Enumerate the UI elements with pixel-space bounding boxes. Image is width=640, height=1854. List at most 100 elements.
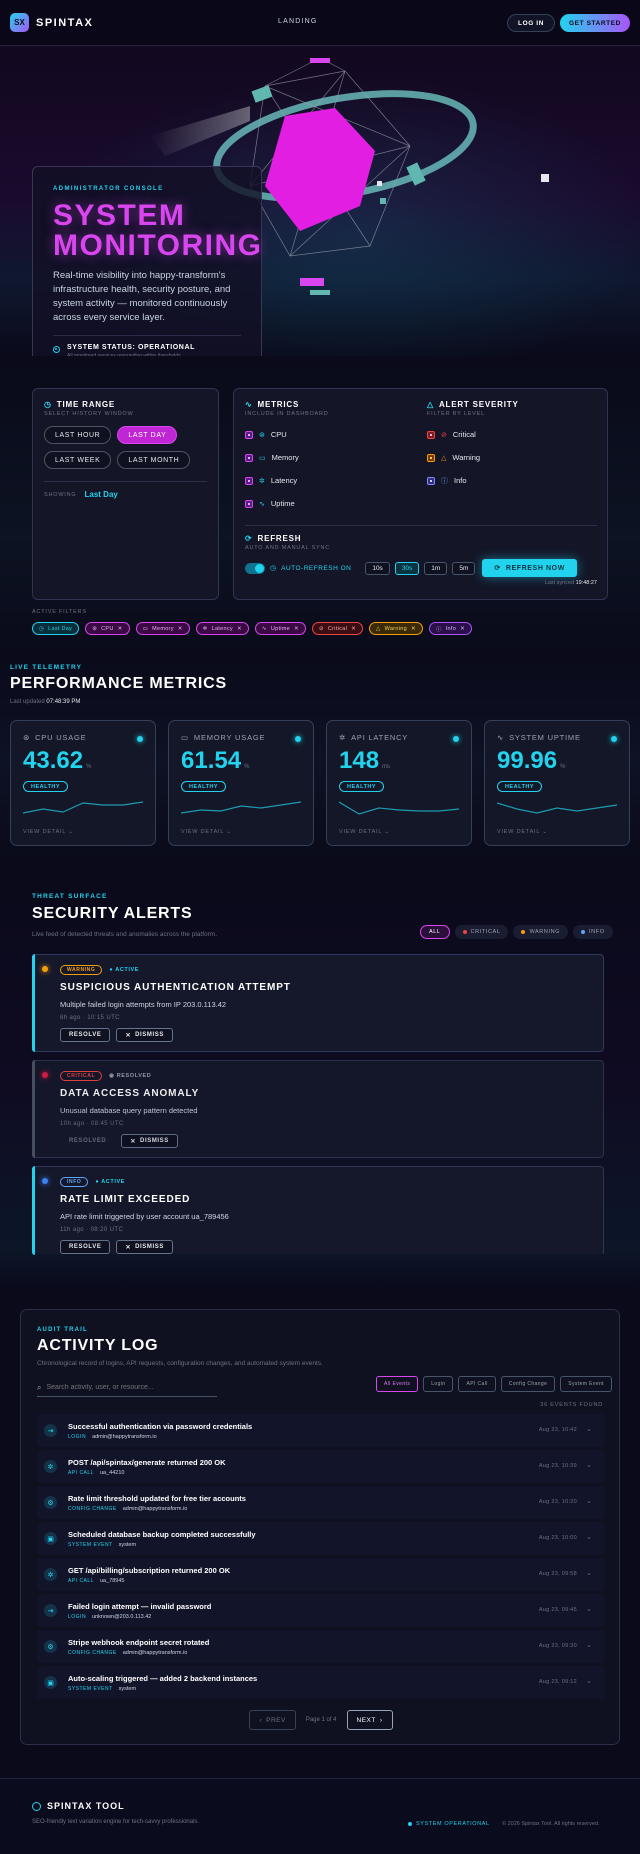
metric-card-uptime[interactable]: ∿ SYSTEM UPTIME 99.96% HEALTHY VIEW DETAI… bbox=[484, 720, 630, 846]
time-option-last-week[interactable]: LAST WEEK bbox=[44, 451, 112, 469]
metric-toggle-memory[interactable]: ▭ Memory bbox=[245, 446, 329, 469]
tab-config-change[interactable]: Config Change bbox=[500, 1376, 556, 1392]
active-filter-chip[interactable]: ▭ Memory ✕ bbox=[135, 622, 190, 635]
interval-5m[interactable]: 5m bbox=[452, 561, 476, 575]
time-option-last-hour[interactable]: LAST HOUR bbox=[44, 426, 112, 444]
active-filter-chip[interactable]: ∿ Uptime ✕ bbox=[254, 622, 306, 635]
view-detail-link[interactable]: VIEW DETAIL ⌄ bbox=[339, 829, 390, 835]
prev-button[interactable]: ‹ PREV bbox=[249, 1710, 296, 1730]
tab-api-call[interactable]: API Call bbox=[458, 1376, 496, 1392]
metric-toggle-uptime[interactable]: ∿ Uptime bbox=[245, 492, 329, 515]
interval-10s[interactable]: 10s bbox=[365, 561, 390, 575]
search-field[interactable]: ⌕ bbox=[37, 1379, 217, 1397]
dismiss-button[interactable]: ✕ DISMISS bbox=[121, 1134, 178, 1148]
search-input[interactable] bbox=[46, 1384, 217, 1391]
log-type: LOGIN bbox=[68, 1614, 87, 1620]
checkbox[interactable] bbox=[427, 476, 435, 485]
chevron-down-icon[interactable]: ⌄ bbox=[586, 1461, 592, 1469]
tab-system-event[interactable]: System Event bbox=[560, 1376, 612, 1392]
tab-login[interactable]: Login bbox=[423, 1376, 454, 1392]
resolve-button[interactable]: RESOLVE bbox=[60, 1240, 111, 1254]
close-icon[interactable]: ✕ bbox=[411, 626, 416, 632]
metric-card-cpu[interactable]: ⊛ CPU USAGE 43.62% HEALTHY VIEW DETAIL ⌄ bbox=[10, 720, 156, 846]
interval-30s[interactable]: 30s bbox=[394, 561, 420, 575]
view-detail-link[interactable]: VIEW DETAIL ⌄ bbox=[181, 829, 232, 835]
active-filter-chip[interactable]: △ Warning ✕ bbox=[369, 622, 423, 635]
log-row[interactable]: ▣ Scheduled database backup completed suc… bbox=[37, 1522, 605, 1555]
metrics-panel: ∿ METRICS INCLUDE IN DASHBOARD ⊛ CPU ▭ Memo… bbox=[233, 388, 608, 600]
chevron-down-icon[interactable]: ⌄ bbox=[586, 1425, 592, 1433]
close-icon[interactable]: ✕ bbox=[178, 626, 183, 632]
tab-all-events[interactable]: All Events bbox=[376, 1376, 419, 1392]
active-filter-chip[interactable]: ⊛ CPU ✕ bbox=[85, 622, 130, 635]
checkbox[interactable] bbox=[245, 476, 253, 485]
metric-value-row: 99.96% bbox=[497, 747, 617, 775]
log-row[interactable]: ⇥ Successful authentication via password … bbox=[37, 1414, 605, 1447]
view-detail-link[interactable]: VIEW DETAIL ⌄ bbox=[497, 829, 548, 835]
active-filter-chip[interactable]: ◷ Last Day bbox=[32, 622, 80, 635]
log-row[interactable]: ▣ Auto-scaling triggered — added 2 backen… bbox=[37, 1666, 605, 1699]
severity-toggle-critical[interactable]: ⊘ Critical bbox=[427, 423, 519, 446]
active-filter-chip[interactable]: ⓘ Info ✕ bbox=[428, 622, 472, 635]
next-button[interactable]: NEXT › bbox=[346, 1710, 393, 1730]
checkbox[interactable] bbox=[427, 453, 435, 462]
last-synced-value: 19:48:27 bbox=[575, 580, 597, 586]
metric-toggle-cpu[interactable]: ⊛ CPU bbox=[245, 423, 329, 446]
severity-toggle-info[interactable]: ⓘ Info bbox=[427, 469, 519, 492]
close-icon[interactable]: ✕ bbox=[460, 626, 465, 632]
close-icon[interactable]: ✕ bbox=[237, 626, 242, 632]
log-row[interactable]: ✲ GET /api/billing/subscription returned … bbox=[37, 1558, 605, 1591]
log-row[interactable]: ✲ POST /api/spintax/generate returned 200… bbox=[37, 1450, 605, 1483]
active-filter-chip[interactable]: ⊘ Critical ✕ bbox=[311, 622, 364, 635]
login-button[interactable]: LOG IN bbox=[507, 14, 555, 32]
alert-accent-bar bbox=[32, 954, 35, 1052]
chevron-down-icon[interactable]: ⌄ bbox=[586, 1533, 592, 1541]
logo-badge[interactable]: SX bbox=[10, 13, 29, 32]
time-option-last-day[interactable]: LAST DAY bbox=[117, 426, 178, 444]
tab-warning[interactable]: WARNING bbox=[513, 925, 569, 939]
cpu-icon: ⊛ bbox=[23, 733, 31, 742]
metric-label: Latency bbox=[270, 476, 298, 485]
warning-triangle-icon: △ bbox=[427, 400, 434, 409]
log-row[interactable]: ⚙ Rate limit threshold updated for free t… bbox=[37, 1486, 605, 1519]
interval-1m[interactable]: 1m bbox=[424, 561, 448, 575]
log-row[interactable]: ⇥ Failed login attempt — invalid password… bbox=[37, 1594, 605, 1627]
close-icon[interactable]: ✕ bbox=[351, 626, 356, 632]
active-filter-chip[interactable]: ✲ Latency ✕ bbox=[195, 622, 249, 635]
footer-brand[interactable]: SPINTAX TOOL bbox=[47, 1801, 125, 1811]
close-icon[interactable]: ✕ bbox=[118, 626, 123, 632]
last-updated-label: Last updated bbox=[10, 699, 45, 705]
severity-toggle-warning[interactable]: △ Warning bbox=[427, 446, 519, 469]
checkbox[interactable] bbox=[245, 430, 253, 439]
chevron-down-icon[interactable]: ⌄ bbox=[586, 1569, 592, 1577]
dismiss-button[interactable]: ✕ DISMISS bbox=[116, 1028, 173, 1042]
resolve-button[interactable]: RESOLVE bbox=[60, 1028, 111, 1042]
tab-critical[interactable]: CRITICAL bbox=[454, 925, 509, 939]
tab-all[interactable]: ALL bbox=[420, 925, 450, 939]
checkbox[interactable] bbox=[245, 499, 253, 508]
view-detail-link[interactable]: VIEW DETAIL ⌄ bbox=[23, 829, 74, 835]
dismiss-button[interactable]: ✕ DISMISS bbox=[116, 1240, 173, 1254]
checkbox[interactable] bbox=[427, 430, 435, 439]
metric-label: SYSTEM UPTIME bbox=[509, 733, 581, 742]
time-option-last-month[interactable]: LAST MONTH bbox=[117, 451, 191, 469]
metric-toggle-latency[interactable]: ✲ Latency bbox=[245, 469, 329, 492]
nav-link-landing[interactable]: LANDING bbox=[278, 18, 318, 25]
tab-info[interactable]: INFO bbox=[573, 925, 613, 939]
checkbox[interactable] bbox=[245, 453, 253, 462]
auto-refresh-toggle[interactable] bbox=[245, 562, 265, 574]
log-row[interactable]: ⚙ Stripe webhook endpoint secret rotated C… bbox=[37, 1630, 605, 1663]
chevron-down-icon[interactable]: ⌄ bbox=[586, 1605, 592, 1613]
chevron-down-icon[interactable]: ⌄ bbox=[586, 1677, 592, 1685]
metric-card-latency[interactable]: ✲ API LATENCY 148 ms HEALTHY VIEW DETAIL ⌄ bbox=[326, 720, 472, 846]
clock-icon: ◷ bbox=[44, 400, 52, 409]
chevron-down-icon: ⌄ bbox=[68, 829, 74, 835]
alert-state: ● ACTIVE bbox=[95, 1179, 125, 1185]
refresh-now-button[interactable]: ⟳ REFRESH NOW bbox=[482, 559, 577, 577]
brand-name[interactable]: SPINTAX bbox=[36, 17, 93, 29]
metric-card-memory[interactable]: ▭ MEMORY USAGE 61.54% HEALTHY VIEW DETAIL… bbox=[168, 720, 314, 846]
chevron-down-icon[interactable]: ⌄ bbox=[586, 1497, 592, 1505]
get-started-button[interactable]: GET STARTED bbox=[560, 14, 630, 32]
chevron-down-icon[interactable]: ⌄ bbox=[586, 1641, 592, 1649]
close-icon[interactable]: ✕ bbox=[294, 626, 299, 632]
